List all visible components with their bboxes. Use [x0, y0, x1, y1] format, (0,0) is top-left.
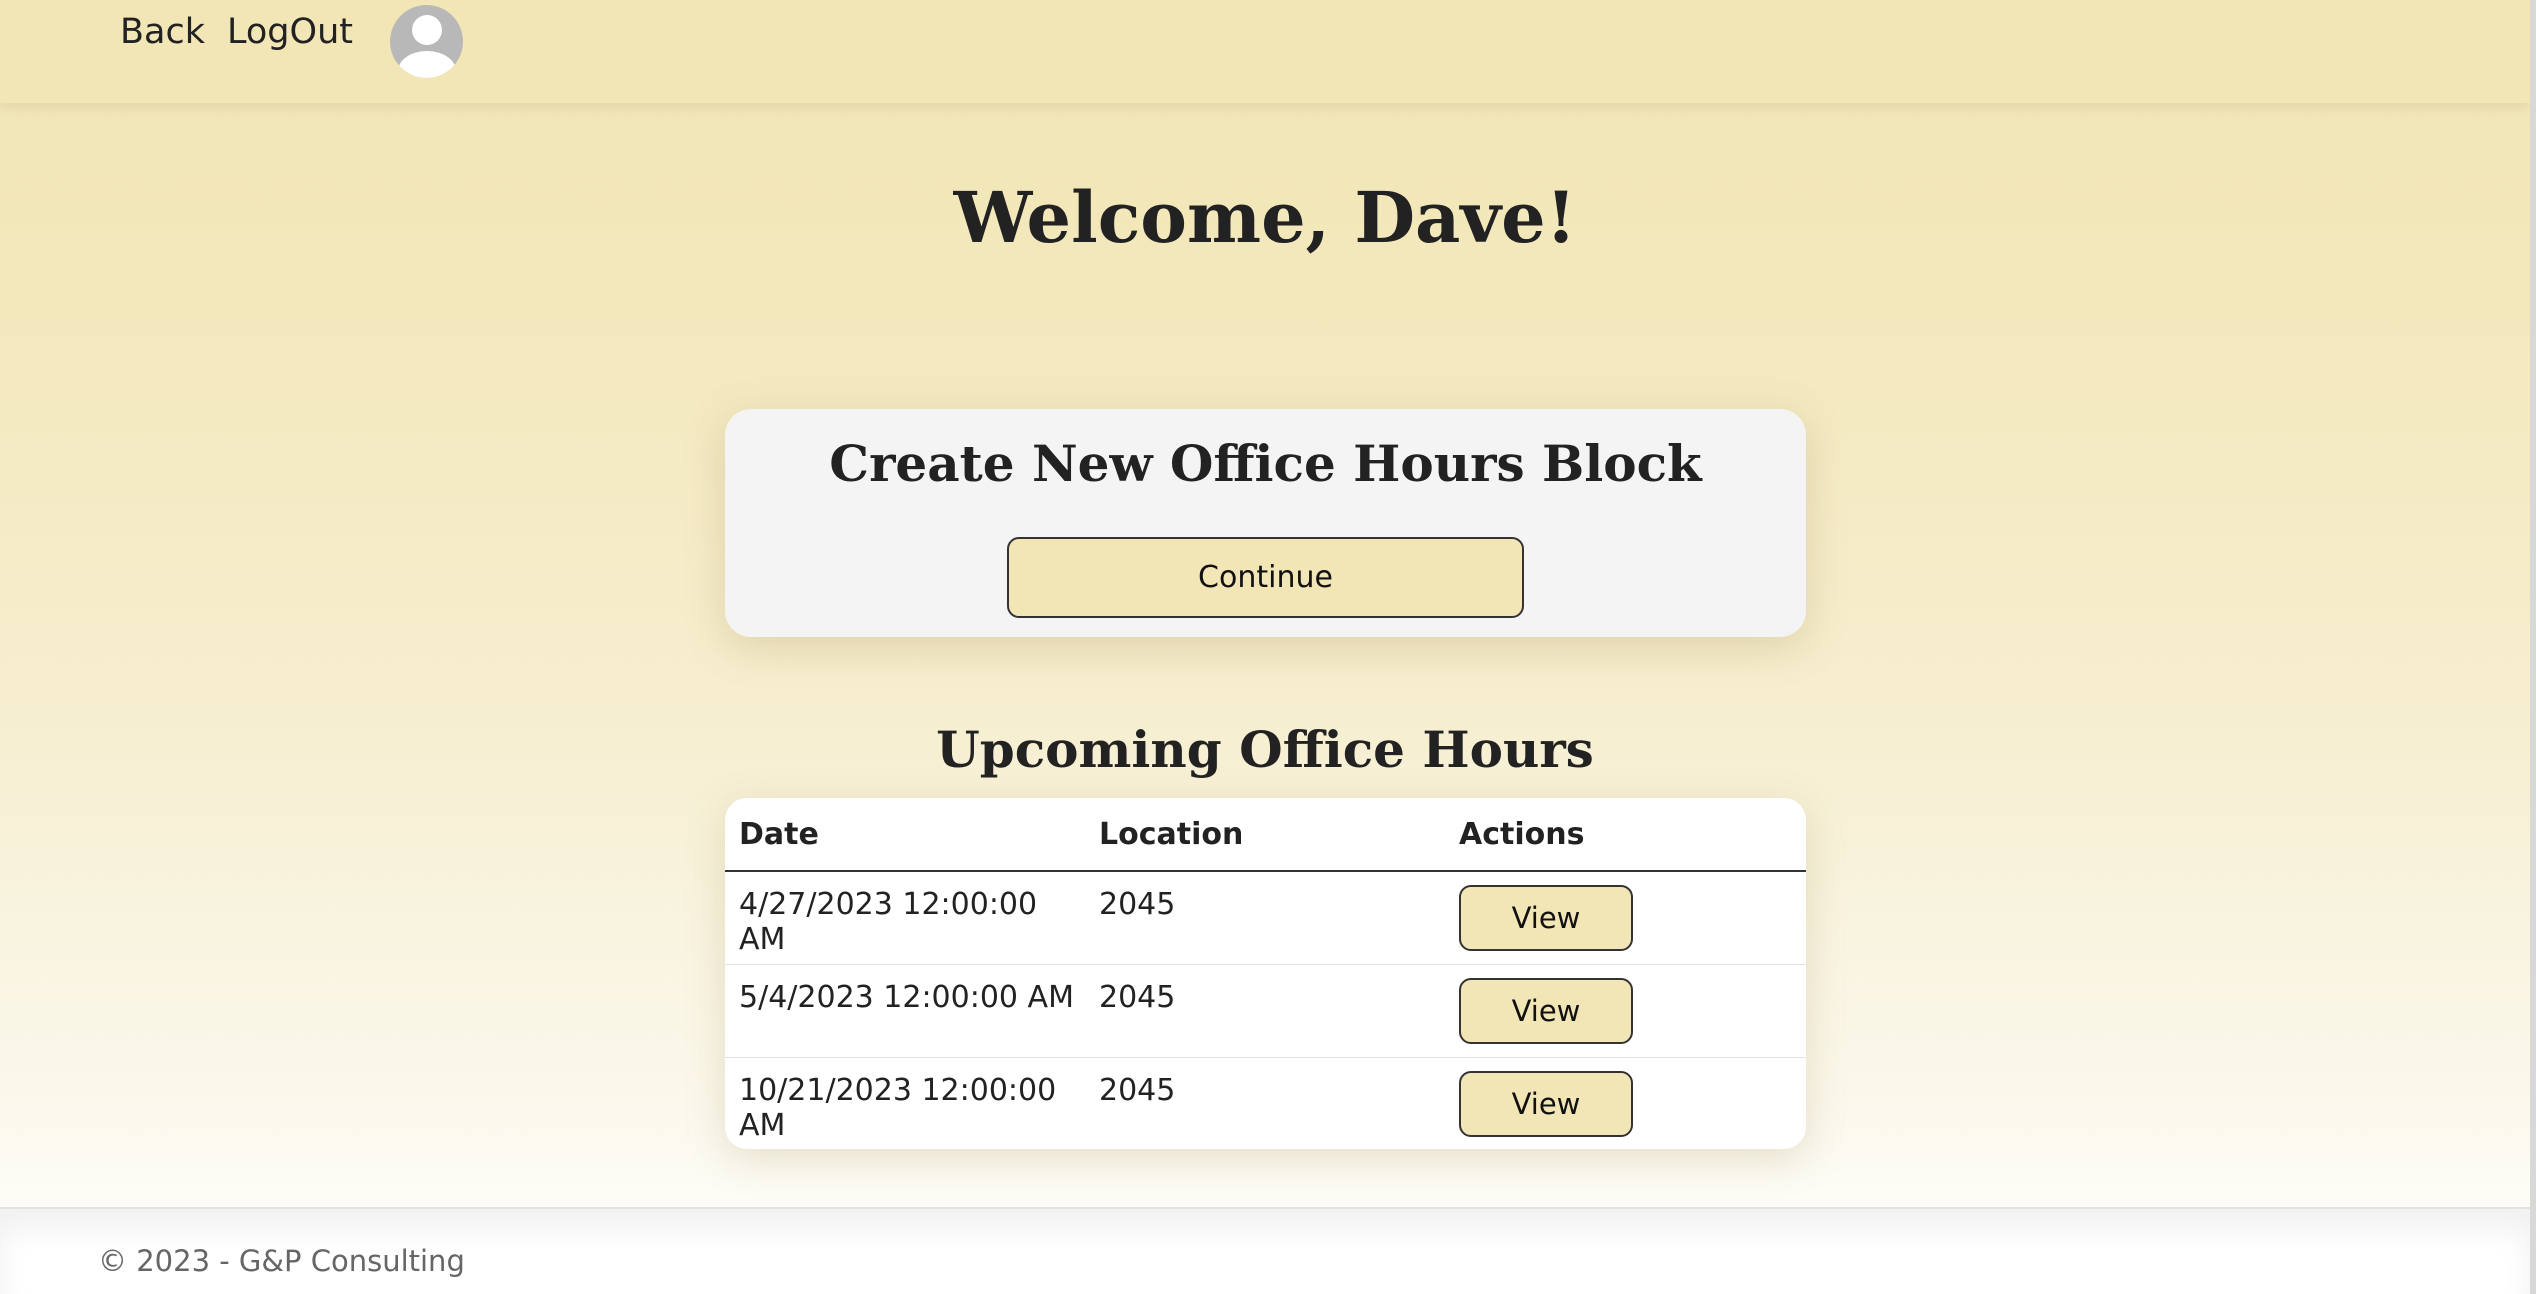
table-row: 5/4/2023 12:00:00 AM 2045 View [725, 964, 1806, 1058]
date-cell: 4/27/2023 12:00:00 AM [725, 871, 1085, 965]
actions-cell: View [1445, 964, 1806, 1058]
column-header-date: Date [725, 798, 1085, 872]
date-text: 5/4/2023 12:00:00 AM [739, 980, 1074, 1015]
view-button[interactable]: View [1459, 1071, 1633, 1137]
date-cell: 5/4/2023 12:00:00 AM [725, 964, 1085, 1058]
location-text: 2045 [1099, 887, 1176, 922]
office-hours-table: Date Location Actions 4/27/2023 12:00:00… [725, 798, 1806, 1149]
avatar-head-shape [412, 15, 442, 45]
location-cell: 2045 [1085, 964, 1445, 1058]
view-button[interactable]: View [1459, 978, 1633, 1044]
avatar-shoulders-shape [398, 51, 456, 78]
location-text: 2045 [1099, 980, 1176, 1015]
window-edge-divider [2530, 0, 2536, 1294]
create-card-title: Create New Office Hours Block [829, 434, 1702, 493]
user-avatar-icon[interactable] [390, 5, 463, 78]
continue-button[interactable]: Continue [1007, 537, 1524, 618]
date-text: 10/21/2023 12:00:00 AM [739, 1073, 1057, 1143]
date-cell: 10/21/2023 12:00:00 AM [725, 1058, 1085, 1150]
view-button[interactable]: View [1459, 885, 1633, 951]
top-navbar: Back LogOut [0, 0, 2530, 103]
date-text: 4/27/2023 12:00:00 AM [739, 887, 1038, 957]
office-hours-table-container: Date Location Actions 4/27/2023 12:00:00… [725, 798, 1806, 1149]
column-header-location: Location [1085, 798, 1445, 872]
welcome-heading: Welcome, Dave! [953, 176, 1577, 259]
upcoming-office-hours-title: Upcoming Office Hours [936, 720, 1594, 779]
column-header-actions: Actions [1445, 798, 1806, 872]
actions-cell: View [1445, 871, 1806, 965]
actions-cell: View [1445, 1058, 1806, 1150]
table-row: 10/21/2023 12:00:00 AM 2045 View [725, 1058, 1806, 1150]
location-cell: 2045 [1085, 871, 1445, 965]
location-cell: 2045 [1085, 1058, 1445, 1150]
back-link[interactable]: Back [120, 8, 205, 56]
location-text: 2045 [1099, 1073, 1176, 1108]
table-header-row: Date Location Actions [725, 798, 1806, 872]
logout-link[interactable]: LogOut [227, 8, 353, 56]
create-office-hours-card: Create New Office Hours Block Continue [725, 409, 1806, 637]
table-row: 4/27/2023 12:00:00 AM 2045 View [725, 871, 1806, 965]
copyright-text: © 2023 - G&P Consulting [98, 1244, 465, 1278]
page-footer: © 2023 - G&P Consulting [0, 1207, 2530, 1294]
